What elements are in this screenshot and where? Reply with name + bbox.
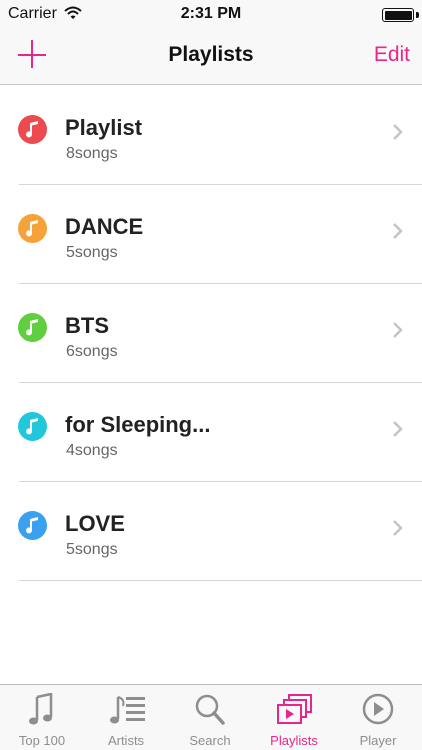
tab-label: Search <box>189 733 231 748</box>
row-divider <box>19 580 422 581</box>
tab-top-100[interactable]: Top 100 <box>0 685 84 750</box>
status-time: 2:31 PM <box>180 5 242 22</box>
playlist-row[interactable]: for Sleeping... 4songs <box>0 383 422 482</box>
tab-player[interactable]: Player <box>336 685 420 750</box>
playlists-icon <box>277 694 312 724</box>
tab-artists[interactable]: Artists <box>84 685 168 750</box>
music-note-icon <box>18 313 47 342</box>
battery-icon <box>382 8 414 22</box>
playlist-name: DANCE <box>65 214 144 239</box>
playlist-row[interactable]: BTS 6songs <box>0 284 422 383</box>
status-bar: Carrier 2:31 PM <box>0 0 422 30</box>
edit-button[interactable]: Edit <box>374 43 410 67</box>
chevron-right-icon <box>393 421 403 437</box>
playlist-song-count: 6songs <box>66 343 118 360</box>
search-icon <box>195 694 225 725</box>
music-note-icon <box>18 214 47 243</box>
chevron-right-icon <box>393 124 403 140</box>
playlist-list: Playlist 8songs DANCE 5songs BTS 6songs … <box>0 86 422 581</box>
chevron-right-icon <box>393 520 403 536</box>
playlist-song-count: 5songs <box>66 244 118 261</box>
chevron-right-icon <box>393 322 403 338</box>
playlist-row[interactable]: Playlist 8songs <box>0 86 422 185</box>
music-note-icon <box>18 412 47 441</box>
playlist-row[interactable]: DANCE 5songs <box>0 185 422 284</box>
battery-tip <box>416 12 419 18</box>
playlist-song-count: 4songs <box>66 442 118 459</box>
playlist-song-count: 8songs <box>66 145 118 162</box>
navigation-bar: Playlists Edit <box>0 30 422 85</box>
play-circle-icon <box>362 693 394 725</box>
artists-list-icon <box>110 696 145 724</box>
chevron-right-icon <box>393 223 403 239</box>
playlist-name: LOVE <box>65 511 125 536</box>
music-note-icon <box>18 115 47 144</box>
tab-bar: Top 100 Artists Search Playlists Player <box>0 684 422 750</box>
playlist-name: Playlist <box>65 115 143 140</box>
playlist-name: BTS <box>65 313 109 338</box>
playlist-name: for Sleeping... <box>65 412 211 437</box>
tab-label: Top 100 <box>18 733 66 748</box>
tab-label: Player <box>359 733 397 748</box>
tab-label: Playlists <box>270 733 318 748</box>
tab-playlists[interactable]: Playlists <box>252 685 336 750</box>
playlist-row[interactable]: LOVE 5songs <box>0 482 422 581</box>
page-title: Playlists <box>168 43 254 66</box>
tab-search[interactable]: Search <box>168 685 252 750</box>
playlist-song-count: 5songs <box>66 541 118 558</box>
music-note-icon <box>29 693 53 725</box>
music-note-icon <box>18 511 47 540</box>
tab-label: Artists <box>107 733 145 748</box>
